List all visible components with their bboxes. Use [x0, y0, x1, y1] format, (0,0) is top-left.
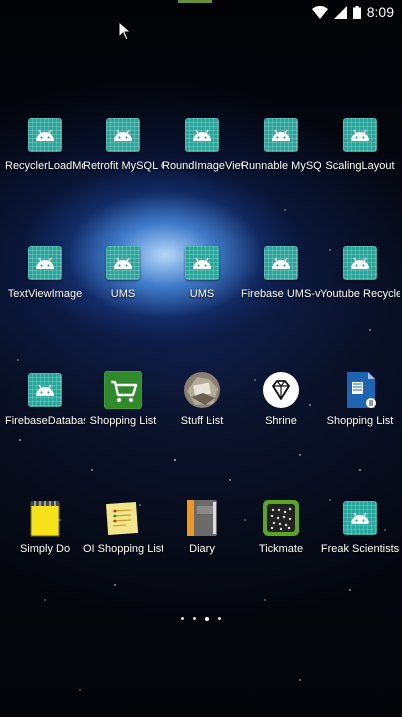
page-dot-active[interactable]: [205, 616, 209, 621]
app-shortcut[interactable]: UMS: [83, 244, 163, 300]
battery-icon: [352, 5, 361, 19]
status-clock: 8:09: [366, 4, 394, 20]
diary-book-icon: [183, 499, 221, 537]
app-shortcut[interactable]: RoundImageView: [162, 116, 242, 172]
app-label: Tickmate: [258, 543, 304, 555]
sticky-note-icon: [104, 499, 142, 537]
tickmate-icon: [262, 499, 300, 537]
android-icon: [26, 371, 64, 409]
app-label: RecyclerLoadMore: [5, 160, 85, 172]
shopping-cart-icon: [104, 371, 142, 409]
app-shortcut[interactable]: Shrine: [241, 371, 321, 427]
app-shortcut[interactable]: Youtube Recycler: [320, 244, 400, 300]
diamond-icon: [262, 371, 300, 409]
wifi-icon: [311, 5, 328, 19]
app-label: OI Shopping List: [83, 543, 163, 555]
app-label: Retrofit MySQL C: [83, 160, 163, 172]
app-shortcut[interactable]: Firebase UMS-v1: [241, 244, 321, 300]
app-label: UMS: [110, 288, 136, 300]
app-shortcut[interactable]: Shopping List: [83, 371, 163, 427]
status-icons: 8:09: [311, 4, 394, 20]
app-label: Firebase UMS-v1: [241, 288, 321, 300]
app-label: Shrine: [265, 415, 297, 427]
android-icon: [341, 116, 379, 154]
android-icon: [104, 116, 142, 154]
mouse-pointer-icon: [118, 21, 132, 41]
android-icon: [104, 244, 142, 282]
android-icon: [341, 244, 379, 282]
app-label: Stuff List: [180, 415, 224, 427]
app-label: Simply Do: [19, 543, 71, 555]
app-shortcut[interactable]: UMS: [162, 244, 242, 300]
android-icon: [262, 244, 300, 282]
status-bar: 8:09: [0, 0, 402, 26]
android-icon: [341, 499, 379, 537]
app-shortcut[interactable]: OI Shopping List: [83, 499, 163, 555]
app-label: Shopping List: [89, 415, 157, 427]
app-label: Diary: [189, 543, 215, 555]
starfield: [17, 209, 386, 691]
app-shortcut[interactable]: Stuff List: [162, 371, 242, 427]
page-dot[interactable]: [181, 617, 184, 620]
app-shortcut[interactable]: Freak Scientists: [320, 499, 400, 555]
app-shortcut[interactable]: Runnable MySQL: [241, 116, 321, 172]
app-label: FirebaseDatabase: [5, 415, 85, 427]
app-shortcut[interactable]: Tickmate: [241, 499, 321, 555]
app-shortcut[interactable]: Simply Do: [5, 499, 85, 555]
android-icon: [26, 116, 64, 154]
app-shortcut[interactable]: FirebaseDatabase: [5, 371, 85, 427]
app-label: Freak Scientists: [320, 543, 400, 555]
app-label: RoundImageView: [162, 160, 242, 172]
shopping-list-doc-icon: [341, 371, 379, 409]
app-label: UMS: [189, 288, 215, 300]
page-indicator: [0, 616, 402, 621]
page-dot[interactable]: [193, 617, 196, 620]
app-shortcut[interactable]: TextViewImage: [5, 244, 85, 300]
app-label: Shopping List: [326, 415, 394, 427]
page-dot[interactable]: [218, 617, 221, 620]
android-icon: [262, 116, 300, 154]
app-shortcut[interactable]: Diary: [162, 499, 242, 555]
stuff-list-icon: [183, 371, 221, 409]
app-label: ScalingLayout: [325, 160, 395, 172]
notification-hint-bar: [178, 0, 212, 3]
app-label: Youtube Recycler: [320, 288, 400, 300]
app-label: Runnable MySQL: [241, 160, 321, 172]
signal-icon: [333, 5, 347, 19]
app-shortcut[interactable]: ScalingLayout: [320, 116, 400, 172]
notepad-icon: [26, 499, 64, 537]
android-icon: [26, 244, 64, 282]
android-icon: [183, 244, 221, 282]
app-label: TextViewImage: [7, 288, 83, 300]
app-shortcut[interactable]: RecyclerLoadMore: [5, 116, 85, 172]
app-shortcut[interactable]: Retrofit MySQL C: [83, 116, 163, 172]
android-icon: [183, 116, 221, 154]
app-shortcut[interactable]: Shopping List: [320, 371, 400, 427]
